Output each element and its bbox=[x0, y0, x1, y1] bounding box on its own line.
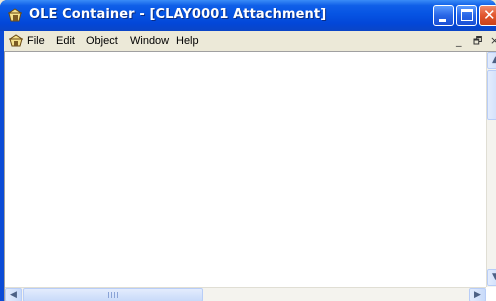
title-bar[interactable]: OLE Container - [CLAY0001 Attachment] ✕ bbox=[0, 0, 496, 31]
maximize-icon bbox=[461, 9, 473, 21]
minimize-button[interactable] bbox=[433, 5, 454, 26]
close-icon: ✕ bbox=[483, 6, 496, 24]
vertical-scroll-thumb[interactable] bbox=[487, 70, 496, 120]
horizontal-scrollbar[interactable]: ◀ ▶ bbox=[5, 287, 486, 301]
close-button[interactable]: ✕ bbox=[479, 5, 496, 26]
menu-file[interactable]: File bbox=[27, 35, 45, 47]
minimize-icon bbox=[439, 19, 446, 22]
chevron-up-icon: ▲ bbox=[492, 55, 496, 65]
chevron-left-icon: ◀ bbox=[10, 290, 17, 300]
menu-bar: File Edit Object Window Help _ 🗗 × bbox=[4, 31, 496, 51]
menu-object[interactable]: Object bbox=[86, 35, 118, 47]
chevron-down-icon: ▼ bbox=[492, 272, 496, 282]
scroll-right-button[interactable]: ▶ bbox=[469, 288, 486, 301]
menu-window[interactable]: Window bbox=[130, 35, 169, 47]
document-system-menu-icon[interactable] bbox=[8, 33, 24, 48]
horizontal-scroll-thumb[interactable] bbox=[23, 288, 203, 301]
child-close-button[interactable]: × bbox=[490, 34, 496, 47]
scroll-up-button[interactable]: ▲ bbox=[487, 52, 496, 69]
app-window: OLE Container - [CLAY0001 Attachment] ✕ … bbox=[0, 0, 496, 301]
maximize-button[interactable] bbox=[456, 5, 477, 26]
window-title: OLE Container - [CLAY0001 Attachment] bbox=[29, 7, 327, 22]
child-minimize-button[interactable]: _ bbox=[456, 34, 462, 47]
vertical-scrollbar[interactable]: ▲ ▼ bbox=[486, 52, 496, 287]
menu-help[interactable]: Help bbox=[176, 35, 199, 47]
ole-document-area[interactable]: ▲ ▼ ◀ ▶ bbox=[4, 51, 496, 301]
scroll-down-button[interactable]: ▼ bbox=[487, 269, 496, 286]
child-restore-button[interactable]: 🗗 bbox=[473, 34, 482, 51]
grip-icon bbox=[108, 292, 120, 298]
ole-container-app-icon bbox=[8, 8, 22, 22]
menu-edit[interactable]: Edit bbox=[56, 35, 75, 47]
scroll-left-button[interactable]: ◀ bbox=[5, 288, 22, 301]
chevron-right-icon: ▶ bbox=[474, 290, 481, 300]
